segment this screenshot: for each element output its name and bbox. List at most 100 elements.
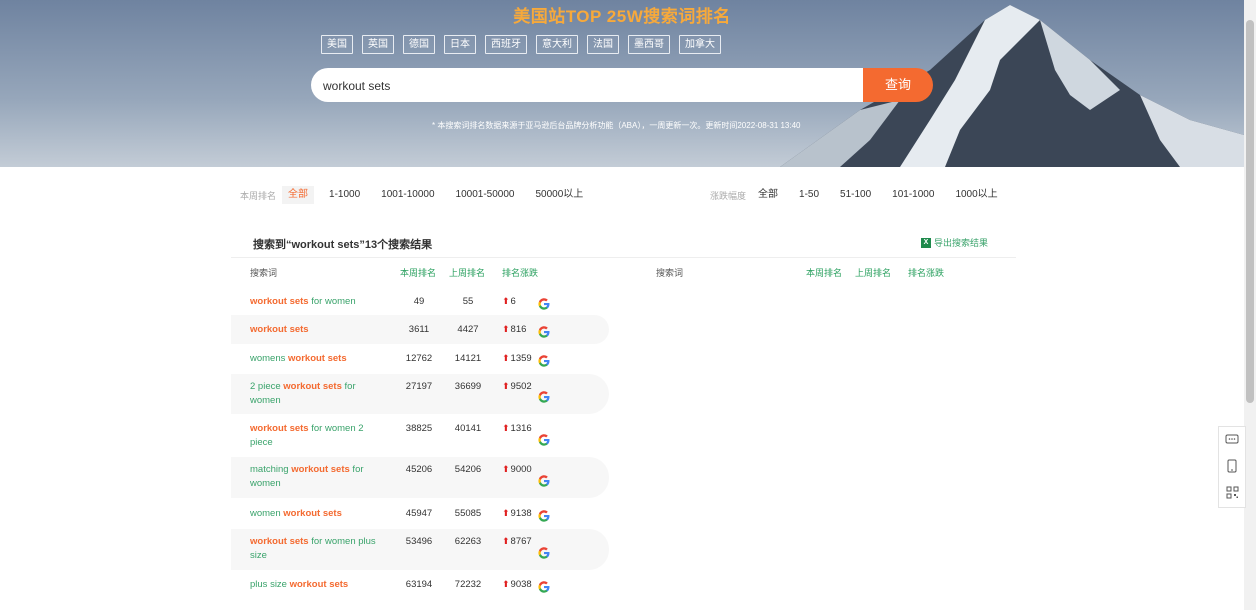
country-tab[interactable]: 法国: [587, 35, 619, 54]
google-icon[interactable]: [538, 433, 550, 446]
rank-change: ⬆ 8767: [502, 536, 532, 547]
country-tab[interactable]: 加拿大: [679, 35, 721, 54]
arrow-up-icon: ⬆: [502, 423, 510, 433]
last-week-rank: 55085: [454, 508, 482, 519]
rank-change: ⬆ 9502: [502, 381, 532, 392]
qrcode-button[interactable]: [1219, 479, 1245, 505]
result-count-title: 搜索到“workout sets”13个搜索结果: [253, 239, 433, 251]
table-row[interactable]: matching workout sets for women 45206 5420…: [231, 457, 609, 498]
table-row[interactable]: workout sets 3611 4427 ⬆ 816: [231, 315, 609, 344]
change-option[interactable]: 101-1000: [886, 186, 940, 204]
this-week-rank: 45206: [405, 464, 433, 475]
table-row[interactable]: workout sets for women plus size 53496 622…: [231, 529, 609, 570]
arrow-up-icon: ⬆: [502, 508, 510, 518]
arrow-up-icon: ⬆: [502, 296, 510, 306]
keyword-link[interactable]: matching workout sets for women: [250, 463, 378, 491]
keyword-link[interactable]: 2 piece workout sets for women: [250, 380, 378, 408]
arrow-up-icon: ⬆: [502, 324, 510, 334]
keyword-prefix: womens: [250, 353, 289, 364]
country-tab[interactable]: 英国: [362, 35, 394, 54]
last-week-rank: 55: [462, 296, 474, 307]
rank-change-value: 9502: [510, 381, 532, 392]
keyword-link[interactable]: workout sets: [250, 323, 378, 337]
arrow-up-icon: ⬆: [502, 353, 510, 363]
rank-option[interactable]: 10001-50000: [450, 186, 521, 204]
google-icon[interactable]: [538, 325, 550, 338]
rank-change-value: 8767: [510, 536, 532, 547]
change-option[interactable]: 1-50: [793, 186, 825, 204]
change-option[interactable]: 1000以上: [949, 186, 1003, 204]
keyword-link[interactable]: workout sets for women 2 piece: [250, 422, 378, 450]
country-tab[interactable]: 德国: [403, 35, 435, 54]
change-option-all[interactable]: 全部: [752, 186, 784, 204]
rank-change: ⬆ 1316: [502, 423, 532, 434]
country-tab[interactable]: 美国: [321, 35, 353, 54]
last-week-rank: 72232: [454, 579, 482, 590]
rank-filter-label: 本周排名: [240, 190, 277, 201]
last-week-rank: 14121: [454, 353, 482, 364]
header-change-right[interactable]: 排名涨跌: [908, 266, 944, 279]
table-row[interactable]: workout sets for women 49 55 ⬆ 6: [231, 289, 609, 315]
arrow-up-icon: ⬆: [502, 464, 510, 474]
table-row[interactable]: women workout sets 45947 55085 ⬆ 9138: [231, 499, 609, 529]
rank-change-value: 1316: [510, 423, 532, 434]
header-last-week-right[interactable]: 上周排名: [855, 266, 891, 279]
last-week-rank: 54206: [454, 464, 482, 475]
table-row[interactable]: plus size workout sets 63194 72232 ⬆ 9038: [231, 571, 609, 599]
table-row[interactable]: womens workout sets 12762 14121 ⬆ 1359: [231, 344, 609, 374]
excel-icon: X: [921, 237, 931, 248]
search-input[interactable]: [321, 68, 845, 104]
country-tab[interactable]: 意大利: [536, 35, 578, 54]
this-week-rank: 45947: [405, 508, 433, 519]
mobile-icon: [1227, 459, 1237, 473]
this-week-rank: 27197: [405, 381, 433, 392]
header-keyword: 搜索词: [250, 268, 278, 278]
country-tab[interactable]: 日本: [444, 35, 476, 54]
search-button[interactable]: 查询: [863, 68, 933, 102]
country-tab[interactable]: 西班牙: [485, 35, 527, 54]
header-change[interactable]: 排名涨跌: [502, 266, 538, 279]
keyword-highlight: workout sets: [289, 579, 349, 590]
header-this-week-right[interactable]: 本周排名: [806, 266, 842, 279]
country-tab[interactable]: 墨西哥: [628, 35, 670, 54]
google-icon[interactable]: [538, 390, 550, 403]
google-icon[interactable]: [538, 509, 550, 522]
arrow-up-icon: ⬆: [502, 381, 510, 391]
keyword-link[interactable]: womens workout sets: [250, 352, 378, 366]
change-filter-label: 涨跌幅度: [710, 190, 747, 201]
google-icon[interactable]: [538, 580, 550, 593]
change-option[interactable]: 51-100: [834, 186, 877, 204]
rank-change: ⬆ 9038: [502, 579, 532, 590]
keyword-link[interactable]: workout sets for women: [250, 295, 378, 309]
this-week-rank: 53496: [405, 536, 433, 547]
search-box: [311, 68, 864, 104]
chat-button[interactable]: [1219, 427, 1245, 453]
google-icon[interactable]: [538, 354, 550, 367]
table-row[interactable]: 2 piece workout sets for women 27197 36699…: [231, 374, 609, 414]
rank-option-all[interactable]: 全部: [282, 186, 315, 204]
keyword-link[interactable]: women workout sets: [250, 507, 378, 521]
google-icon[interactable]: [538, 546, 550, 559]
page-title: 美国站TOP 25W搜索词排名: [513, 7, 731, 26]
last-week-rank: 62263: [454, 536, 482, 547]
keyword-link[interactable]: plus size workout sets: [250, 578, 378, 592]
export-results-button[interactable]: X 导出搜索结果: [921, 236, 988, 249]
keyword-highlight: workout sets: [250, 324, 309, 335]
hero-banner: 美国站TOP 25W搜索词排名 美国 英国 德国 日本 西班牙 意大利 法国 墨…: [0, 0, 1244, 167]
header-this-week[interactable]: 本周排名: [400, 266, 436, 279]
header-last-week[interactable]: 上周排名: [449, 266, 485, 279]
table-row[interactable]: workout sets for women 2 piece 38825 40141…: [231, 416, 609, 457]
google-icon[interactable]: [538, 297, 550, 310]
rank-change-value: 9038: [510, 579, 532, 590]
rank-option[interactable]: 1001-10000: [375, 186, 440, 204]
rank-option[interactable]: 1-1000: [323, 186, 366, 204]
mobile-button[interactable]: [1219, 453, 1245, 479]
rank-change-value: 9000: [510, 464, 532, 475]
google-icon[interactable]: [538, 474, 550, 487]
keyword-highlight: workout sets: [250, 536, 309, 547]
rank-change-value: 6: [510, 296, 516, 307]
rank-change: ⬆ 6: [502, 296, 516, 307]
rank-option[interactable]: 50000以上: [530, 186, 590, 204]
scrollbar-thumb[interactable]: [1246, 20, 1254, 403]
keyword-link[interactable]: workout sets for women plus size: [250, 535, 378, 563]
